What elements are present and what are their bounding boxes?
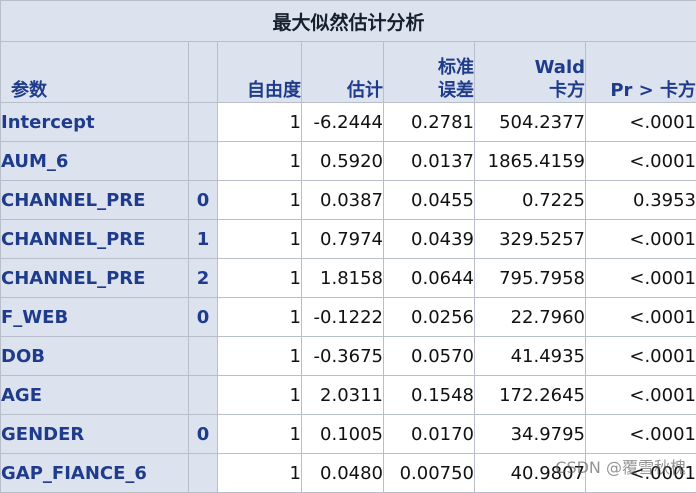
param-cell: GENDER	[1, 415, 189, 454]
param-cell: AUM_6	[1, 142, 189, 181]
table-row: CHANNEL_PRE110.79740.0439329.5257<.0001	[1, 220, 696, 259]
df-cell: 1	[218, 142, 302, 181]
col-header-se: 标准误差	[384, 42, 475, 103]
df-cell: 1	[218, 220, 302, 259]
p-value-cell: <.0001	[586, 259, 696, 298]
se-cell: 0.0570	[384, 337, 475, 376]
p-value-cell: 0.3953	[586, 181, 696, 220]
level-cell	[189, 142, 218, 181]
level-cell	[189, 337, 218, 376]
estimate-cell: 1.8158	[302, 259, 384, 298]
table-row: AUM_6 10.59200.01371865.4159<.0001	[1, 142, 696, 181]
estimates-table: 最大似然估计分析 参数 自由度 估计 标准误差 Wald卡方 Pr > 卡方 I…	[0, 0, 696, 493]
table-row: CHANNEL_PRE211.81580.0644795.7958<.0001	[1, 259, 696, 298]
watermark: CSDN @覆雪秋槐	[555, 454, 686, 478]
level-cell	[189, 454, 218, 493]
df-cell: 1	[218, 415, 302, 454]
wald-cell: 172.2645	[475, 376, 586, 415]
table-row: AGE 12.03110.1548172.2645<.0001	[1, 376, 696, 415]
col-header-df: 自由度	[218, 42, 302, 103]
wald-cell: 1865.4159	[475, 142, 586, 181]
wald-line1: Wald	[535, 57, 585, 78]
table-title: 最大似然估计分析	[1, 1, 696, 42]
estimate-cell: 0.0480	[302, 454, 384, 493]
df-cell: 1	[218, 454, 302, 493]
estimate-cell: 0.5920	[302, 142, 384, 181]
estimate-cell: -0.1222	[302, 298, 384, 337]
se-cell: 0.0137	[384, 142, 475, 181]
level-cell: 0	[189, 181, 218, 220]
se-cell: 0.0439	[384, 220, 475, 259]
p-value-cell: <.0001	[586, 337, 696, 376]
df-cell: 1	[218, 298, 302, 337]
p-value-cell: <.0001	[586, 415, 696, 454]
level-cell	[189, 376, 218, 415]
p-value-cell: <.0001	[586, 298, 696, 337]
level-cell: 0	[189, 415, 218, 454]
se-cell: 0.0170	[384, 415, 475, 454]
header-row: 参数 自由度 估计 标准误差 Wald卡方 Pr > 卡方	[1, 42, 696, 103]
p-value-cell: <.0001	[586, 103, 696, 142]
se-cell: 0.0256	[384, 298, 475, 337]
param-cell: CHANNEL_PRE	[1, 220, 189, 259]
param-cell: Intercept	[1, 103, 189, 142]
col-header-estimate: 估计	[302, 42, 384, 103]
wald-cell: 22.7960	[475, 298, 586, 337]
estimate-cell: 0.1005	[302, 415, 384, 454]
df-cell: 1	[218, 181, 302, 220]
se-cell: 0.2781	[384, 103, 475, 142]
level-cell: 0	[189, 298, 218, 337]
estimate-cell: -6.2444	[302, 103, 384, 142]
se-cell: 0.0455	[384, 181, 475, 220]
p-value-cell: <.0001	[586, 376, 696, 415]
se-cell: 0.1548	[384, 376, 475, 415]
param-cell: AGE	[1, 376, 189, 415]
se-cell: 0.0644	[384, 259, 475, 298]
param-cell: CHANNEL_PRE	[1, 181, 189, 220]
level-cell: 2	[189, 259, 218, 298]
estimate-cell: 0.0387	[302, 181, 384, 220]
table-row: GENDER010.10050.017034.9795<.0001	[1, 415, 696, 454]
wald-cell: 329.5257	[475, 220, 586, 259]
wald-cell: 34.9795	[475, 415, 586, 454]
table-row: Intercept 1-6.24440.2781504.2377<.0001	[1, 103, 696, 142]
table-row: CHANNEL_PRE010.03870.04550.72250.3953	[1, 181, 696, 220]
se-line1: 标准	[438, 57, 474, 78]
df-cell: 1	[218, 376, 302, 415]
se-line2: 误差	[438, 80, 474, 101]
df-cell: 1	[218, 103, 302, 142]
p-value-cell: <.0001	[586, 142, 696, 181]
wald-cell: 0.7225	[475, 181, 586, 220]
se-cell: 0.00750	[384, 454, 475, 493]
col-header-p: Pr > 卡方	[586, 42, 696, 103]
param-cell: GAP_FIANCE_6	[1, 454, 189, 493]
table-row: F_WEB01-0.12220.025622.7960<.0001	[1, 298, 696, 337]
level-cell: 1	[189, 220, 218, 259]
estimate-cell: 0.7974	[302, 220, 384, 259]
wald-line2: 卡方	[549, 80, 585, 101]
p-value-cell: <.0001	[586, 220, 696, 259]
col-header-level	[189, 42, 218, 103]
wald-cell: 41.4935	[475, 337, 586, 376]
col-header-wald: Wald卡方	[475, 42, 586, 103]
level-cell	[189, 103, 218, 142]
param-cell: DOB	[1, 337, 189, 376]
wald-cell: 504.2377	[475, 103, 586, 142]
table-row: DOB 1-0.36750.057041.4935<.0001	[1, 337, 696, 376]
param-cell: CHANNEL_PRE	[1, 259, 189, 298]
wald-cell: 795.7958	[475, 259, 586, 298]
param-cell: F_WEB	[1, 298, 189, 337]
estimate-cell: -0.3675	[302, 337, 384, 376]
estimate-cell: 2.0311	[302, 376, 384, 415]
df-cell: 1	[218, 259, 302, 298]
df-cell: 1	[218, 337, 302, 376]
col-header-param: 参数	[1, 42, 189, 103]
